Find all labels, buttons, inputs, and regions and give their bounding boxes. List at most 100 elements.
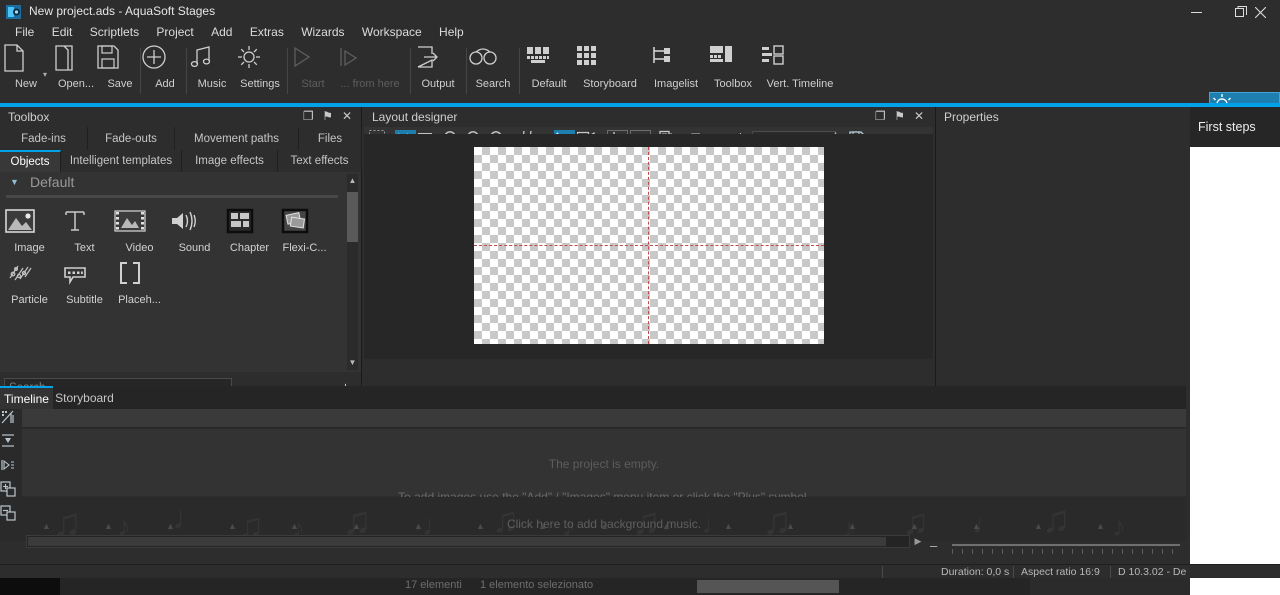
transitions-track-icon[interactable] (0, 409, 22, 433)
menu-project[interactable]: Project (149, 24, 200, 40)
panel-row: Toolbox ❐ ⚑ ✕ Fade-ins Fade-outs Movemen… (0, 107, 1280, 595)
remove-track-icon[interactable] (0, 505, 22, 529)
menu-file[interactable]: File (8, 24, 41, 40)
tab-timeline[interactable]: Timeline (0, 386, 53, 409)
toolbox-tab-objects[interactable]: Objects (0, 150, 61, 172)
toolbox-object-label: Chapter (229, 242, 270, 254)
menu-wizards[interactable]: Wizards (294, 24, 351, 40)
toolbar-storyboard-button[interactable]: Storyboard (575, 44, 645, 98)
menu-add[interactable]: Add (204, 24, 239, 40)
properties-body[interactable] (936, 127, 1186, 386)
menu-edit[interactable]: Edit (45, 24, 80, 40)
toolbox-tab-text-effects[interactable]: Text effects (278, 150, 362, 172)
toolbar-open-label: Open... (57, 78, 95, 90)
layout-pin-icon[interactable]: ⚑ (892, 109, 908, 123)
toolbox-close-icon[interactable]: ✕ (339, 109, 355, 123)
timeline-zoom-slider[interactable] (952, 544, 1180, 546)
gear-icon (236, 44, 284, 78)
toolbox-object-flexi-collage[interactable]: Flexi-C... (279, 208, 330, 254)
layout-close-icon[interactable]: ✕ (911, 109, 927, 123)
toolbox-object-chapter[interactable]: Chapter (224, 208, 275, 254)
scroll-up-icon[interactable]: ▲ (347, 174, 358, 188)
menu-help[interactable]: Help (432, 24, 471, 40)
toolbar-add-button[interactable]: Add (141, 44, 189, 98)
scrollbar-thumb[interactable] (28, 537, 886, 546)
scrollbar-thumb[interactable] (347, 192, 358, 242)
menu-extras[interactable]: Extras (243, 24, 291, 40)
toolbox-object-particle[interactable]: Particle (4, 260, 55, 306)
toolbox-tab-movement-paths[interactable]: Movement paths (175, 127, 299, 150)
toolbar-vert-timeline-label: Vert. Timeline (766, 78, 834, 90)
first-steps-panel-header: First steps (1190, 107, 1280, 147)
timeline-zoom-ticks (952, 549, 1180, 555)
fade-out-track-icon[interactable] (0, 457, 22, 481)
toolbar-search-label: Search (475, 78, 511, 90)
toolbar-settings-button[interactable]: Settings (236, 44, 284, 98)
toolbox-object-subtitle[interactable]: Subtitle (59, 260, 110, 306)
toolbox-title: Toolbox (8, 110, 50, 124)
preview-canvas[interactable] (474, 147, 824, 344)
toolbar-music-button[interactable]: Music (188, 44, 236, 98)
toolbar-toolbox-label: Toolbox (714, 78, 752, 90)
toolbox-scrollbar[interactable]: ▲ ▼ (347, 174, 358, 370)
toolbox-object-image[interactable]: Image (4, 208, 55, 254)
toolbox-tab-files[interactable]: Files (299, 127, 362, 150)
layout-designer-caption: Layout designer ❐ ⚑ ✕ (364, 107, 933, 127)
toolbox-object-sound[interactable]: Sound (169, 208, 220, 254)
particle-object-icon (4, 260, 55, 294)
status-version: D 10.3.02 - De (1118, 566, 1187, 578)
background-explorer-count: 17 elementi (405, 579, 462, 591)
imagelist-icon (648, 44, 704, 78)
menu-scriptlets[interactable]: Scriptlets (83, 24, 146, 40)
toolbar-output-button[interactable]: Output (414, 44, 462, 98)
toolbox-object-placeholder[interactable]: Placeh... (114, 260, 165, 306)
placeholder-object-icon (114, 260, 165, 294)
toolbar-imagelist-button[interactable]: Imagelist (648, 44, 704, 98)
minimize-icon[interactable] (1173, 0, 1219, 24)
menu-workspace[interactable]: Workspace (355, 24, 429, 40)
layout-restore-icon[interactable]: ❐ (872, 109, 888, 123)
add-track-icon[interactable] (0, 481, 22, 505)
toolbox-tab-intelligent-templates[interactable]: Intelligent templates (61, 150, 182, 172)
chevron-down-icon[interactable]: ▾ (43, 70, 47, 79)
toolbox-restore-icon[interactable]: ❐ (300, 109, 316, 123)
status-duration: Duration: 0,0 s (941, 566, 1010, 578)
toolbar-search-button[interactable]: Search (469, 44, 517, 98)
floppy-disk-icon (96, 44, 144, 78)
timeline-transition-strip[interactable] (22, 409, 1186, 428)
timeline-horizontal-scrollbar[interactable] (26, 535, 910, 548)
horizontal-guide (474, 245, 824, 246)
toolbox-tab-fade-ins[interactable]: Fade-ins (0, 127, 88, 150)
toolbar-start-button[interactable]: Start (289, 44, 337, 98)
background-explorer-status: 17 elementi 1 elemento selezionato (0, 578, 1030, 595)
toolbar-default-layout-button[interactable]: Default (525, 44, 573, 98)
toolbox-object-label: Text (74, 242, 95, 254)
toolbox-object-label: Placeh... (118, 294, 161, 306)
toolbar-toolbox-button[interactable]: Toolbox (708, 44, 758, 98)
toolbar-default-label: Default (531, 78, 567, 90)
open-folder-icon (52, 44, 100, 78)
layout-designer-stage[interactable] (364, 134, 933, 359)
toolbox-tab-fade-outs[interactable]: Fade-outs (88, 127, 175, 150)
tab-storyboard[interactable]: Storyboard (53, 386, 116, 409)
toolbar-save-button[interactable]: Save (96, 44, 144, 98)
toolbox-object-video[interactable]: Video (114, 208, 165, 254)
scroll-down-icon[interactable]: ▼ (347, 356, 358, 370)
toolbox-tab-image-effects[interactable]: Image effects (182, 150, 278, 172)
toolbox-group-default[interactable]: ▼ Default (0, 172, 361, 194)
toolbar-open-button[interactable]: Open... (52, 44, 100, 98)
toolbar-start-label: Start (301, 78, 325, 90)
scroll-right-icon[interactable]: ▶ (912, 535, 924, 548)
fade-in-track-icon[interactable] (0, 433, 22, 457)
toolbox-pin-icon[interactable]: ⚑ (320, 109, 336, 123)
status-aspect-ratio: Aspect ratio 16:9 (1021, 566, 1100, 578)
flexi-collage-object-icon (279, 208, 330, 242)
toolbar-start-from-here-button[interactable]: ... from here (336, 44, 404, 98)
play-from-here-icon (336, 44, 404, 78)
toolbox-object-text[interactable]: Text (59, 208, 110, 254)
toolbox-objects-grid: Image Text Video Sound Chapter Flexi-C..… (0, 202, 340, 306)
toolbar-vert-timeline-button[interactable]: Vert. Timeline (760, 44, 840, 98)
properties-title: Properties (944, 110, 999, 124)
close-icon[interactable] (1240, 0, 1280, 24)
timeline-zoom-out-icon[interactable]: ‒ (930, 538, 937, 553)
